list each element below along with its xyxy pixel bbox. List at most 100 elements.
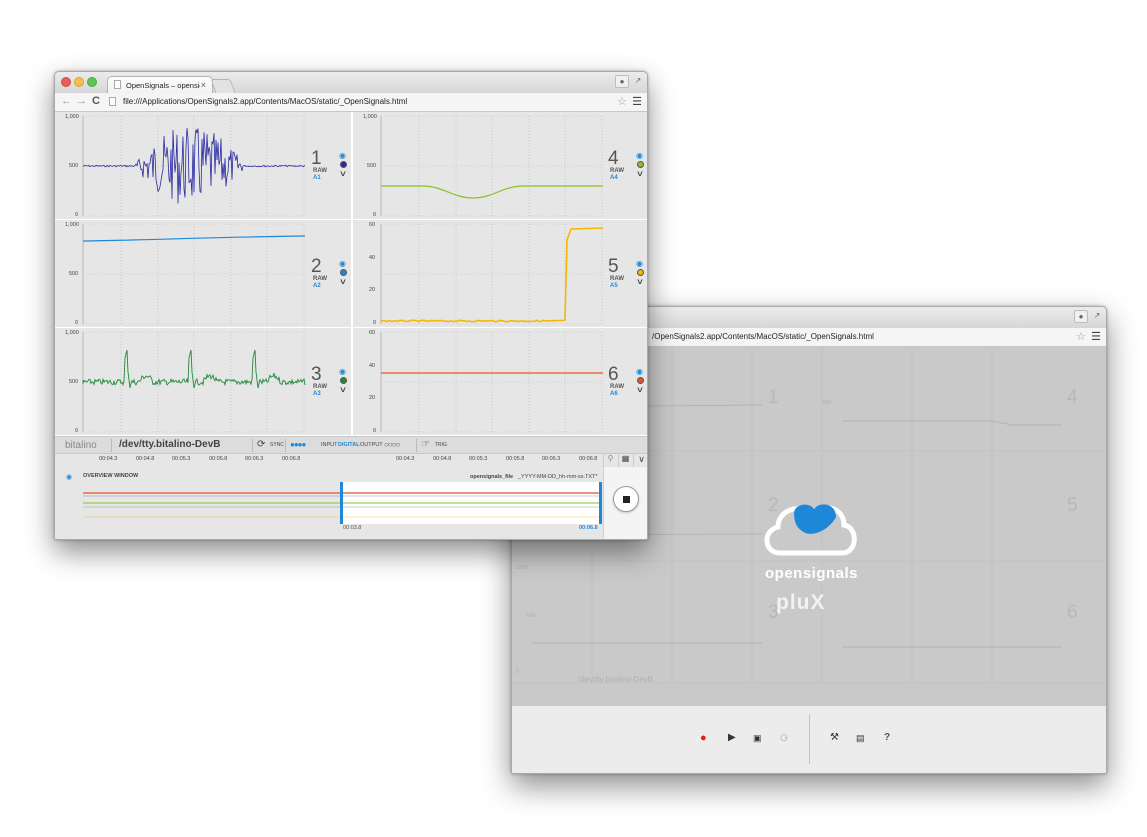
selection-start-time: 00:03.8	[343, 525, 362, 531]
ytick: 60	[369, 222, 376, 228]
mic-icon[interactable]: ⚆	[780, 733, 788, 743]
xtick: 00:06.8	[282, 456, 301, 462]
channel-color-icon[interactable]	[637, 377, 644, 384]
back-arrow-icon[interactable]: ←	[61, 95, 72, 107]
back-url-text[interactable]: /OpenSignals2.app/Contents/MacOS/static/…	[652, 332, 874, 341]
ytick: 20	[369, 287, 376, 293]
panel-divider	[351, 112, 353, 436]
trig-label[interactable]: TRIG	[435, 442, 447, 448]
chevron-down-icon[interactable]: ∨	[636, 386, 644, 394]
forward-arrow-icon[interactable]: →	[76, 95, 87, 107]
record-icon[interactable]: ●	[700, 733, 707, 744]
xtick: 00:04.3	[99, 456, 118, 462]
fullscreen-icon[interactable]: ↗	[631, 75, 645, 88]
zoom-window-button[interactable]	[87, 77, 97, 87]
new-tab-button[interactable]	[210, 79, 236, 93]
front-browser-tab[interactable]: OpenSignals – opensignals ×	[107, 76, 213, 94]
signal-plot-6	[380, 331, 603, 433]
channel-id: A6	[610, 391, 618, 397]
ytick-mid: 500	[367, 163, 377, 169]
front-address-bar: ← → C file:///Applications/OpenSignals2.…	[55, 93, 647, 112]
page-icon	[109, 97, 116, 106]
xtick: 00:05.8	[506, 456, 525, 462]
channel-color-icon[interactable]	[637, 161, 644, 168]
divider	[111, 439, 112, 452]
browser-menu-icon[interactable]: ☰	[1091, 330, 1101, 343]
faint-channel-4: 4	[1067, 387, 1078, 408]
reload-icon[interactable]: C	[92, 95, 100, 107]
channel-color-icon[interactable]	[637, 269, 644, 276]
channel-panel-1: 1,000 500 0	[55, 112, 351, 220]
selection-end-handle[interactable]	[599, 482, 602, 524]
visibility-eye-icon[interactable]: ◉	[339, 260, 346, 268]
bookmark-star-icon[interactable]: ☆	[1076, 330, 1086, 343]
visibility-eye-icon[interactable]: ◉	[339, 152, 346, 160]
trigger-hand-icon[interactable]: ☞	[421, 439, 430, 450]
wrench-icon[interactable]: ⚒	[830, 733, 839, 743]
tab-close-icon[interactable]: ×	[201, 80, 206, 90]
xtick: 00:04.3	[396, 456, 415, 462]
faint-channel-6: 6	[1067, 602, 1078, 623]
xtick: 00:06.3	[245, 456, 264, 462]
ytick-mid: 500	[69, 271, 79, 277]
channel-mode: RAW	[313, 168, 327, 174]
digital-input-indicators: ●●●●	[290, 440, 306, 449]
bookmark-star-icon[interactable]: ☆	[617, 95, 627, 108]
faint-ytick: 1000	[516, 565, 529, 571]
divider	[285, 439, 286, 452]
ytick-min: 0	[75, 320, 79, 326]
cart-icon[interactable]: ▤	[856, 733, 865, 743]
profile-icon[interactable]: ●	[1074, 310, 1088, 323]
layout-grid-icon[interactable]: ▦	[618, 454, 632, 468]
channel-color-icon[interactable]	[340, 161, 347, 168]
channel-color-icon[interactable]	[340, 377, 347, 384]
collapse-chevron-icon[interactable]: ∨	[633, 454, 647, 468]
faint-ytick: 0	[516, 669, 520, 675]
ytick-mid: 500	[69, 163, 79, 169]
visibility-eye-icon[interactable]: ◉	[636, 152, 643, 160]
xtick: 00:06.3	[542, 456, 561, 462]
digital-output-toggles[interactable]: ○○○○	[384, 440, 400, 449]
chevron-down-icon[interactable]: ∨	[339, 386, 347, 394]
device-path: /dev/tty.bitalino-DevB	[119, 439, 221, 450]
chevron-down-icon[interactable]: ∨	[339, 278, 347, 286]
xtick: 00:04.8	[433, 456, 452, 462]
pin-icon[interactable]: ⚲	[603, 454, 617, 468]
chevron-down-icon[interactable]: ∨	[636, 170, 644, 178]
chevron-down-icon[interactable]: ∨	[636, 278, 644, 286]
visibility-eye-icon[interactable]: ◉	[636, 260, 643, 268]
tab-title: OpenSignals – opensignals	[126, 81, 200, 90]
visibility-eye-icon[interactable]: ◉	[636, 368, 643, 376]
channel-color-icon[interactable]	[340, 269, 347, 276]
fullscreen-icon[interactable]: ↗	[1090, 310, 1104, 323]
save-icon[interactable]: ▣	[753, 733, 762, 743]
stop-recording-button[interactable]	[613, 486, 639, 512]
visibility-eye-icon[interactable]: ◉	[339, 368, 346, 376]
minimize-window-button[interactable]	[74, 77, 84, 87]
channel-panel-2: 1,000 500 0	[55, 220, 351, 328]
profile-icon[interactable]: ●	[615, 75, 629, 88]
bitalino-logo: bitalino	[65, 440, 97, 451]
ytick-min: 0	[373, 212, 377, 218]
signal-plot-3	[82, 331, 306, 433]
faint-channel-1: 1	[768, 387, 779, 408]
ytick: 40	[369, 255, 376, 261]
xtick: 00:05.3	[469, 456, 488, 462]
url-text[interactable]: file:///Applications/OpenSignals2.app/Co…	[123, 97, 407, 106]
close-window-button[interactable]	[61, 77, 71, 87]
channel-panel-4: 1,000 500 0	[353, 112, 647, 220]
sync-icon[interactable]: ⟳	[257, 439, 265, 450]
channel-number: 2	[311, 256, 322, 277]
channel-id: A5	[610, 283, 618, 289]
selection-start-handle[interactable]	[340, 482, 343, 524]
play-icon[interactable]: ▶	[728, 733, 736, 743]
divider	[252, 439, 253, 452]
help-icon[interactable]: ?	[884, 733, 890, 743]
chevron-down-icon[interactable]: ∨	[339, 170, 347, 178]
xtick: 00:05.8	[209, 456, 228, 462]
channel-id: A2	[313, 283, 321, 289]
ytick: 60	[369, 330, 376, 336]
sync-label[interactable]: SYNC	[270, 442, 284, 448]
stop-icon	[623, 496, 630, 503]
browser-menu-icon[interactable]: ☰	[632, 95, 642, 108]
